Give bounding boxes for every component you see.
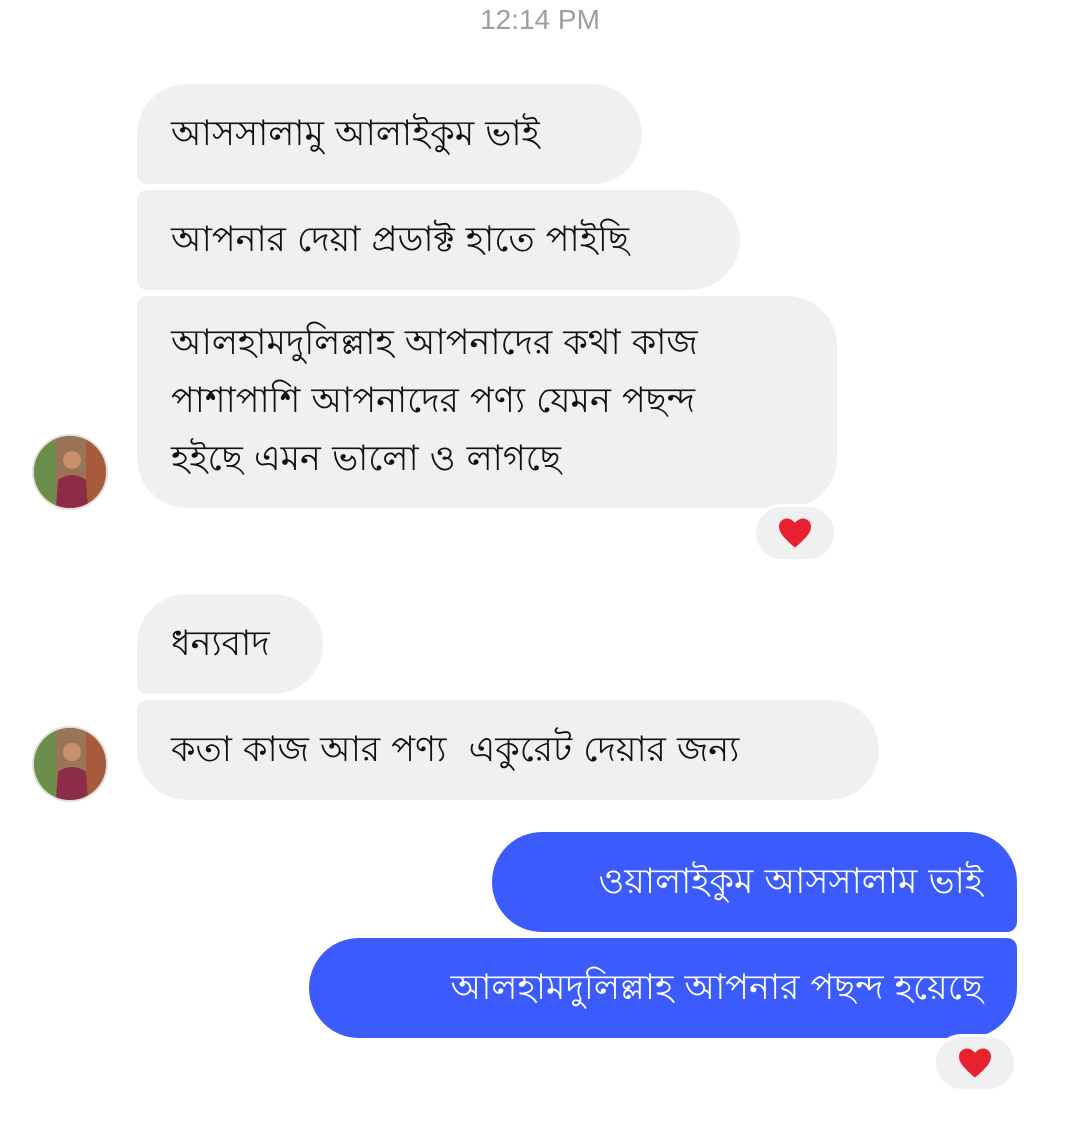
avatar-photo-icon bbox=[34, 436, 106, 508]
avatar-photo-icon bbox=[34, 728, 106, 800]
incoming-message[interactable]: আলহামদুলিল্লাহ আপনাদের কথা কাজ পাশাপাশি … bbox=[137, 296, 837, 508]
outgoing-message[interactable]: আলহামদুলিল্লাহ আপনার পছন্দ হয়েছে bbox=[309, 938, 1017, 1038]
heart-icon bbox=[959, 1048, 991, 1078]
heart-reaction[interactable] bbox=[753, 504, 837, 562]
heart-icon bbox=[779, 518, 811, 548]
incoming-message[interactable]: ধন্যবাদ bbox=[137, 594, 323, 694]
incoming-message[interactable]: আসসালামু আলাইকুম ভাই bbox=[137, 84, 642, 184]
timestamp: 12:14 PM bbox=[480, 4, 600, 35]
incoming-message[interactable]: কতা কাজ আর পণ্য একুরেট দেয়ার জন্য bbox=[137, 700, 879, 800]
heart-reaction[interactable] bbox=[933, 1034, 1017, 1092]
contact-avatar[interactable] bbox=[32, 434, 108, 510]
incoming-message[interactable]: আপনার দেয়া প্রডাক্ট হাতে পাইছি bbox=[137, 190, 740, 290]
contact-avatar[interactable] bbox=[32, 726, 108, 802]
outgoing-message[interactable]: ওয়ালাইকুম আসসালাম ভাই bbox=[492, 832, 1017, 932]
